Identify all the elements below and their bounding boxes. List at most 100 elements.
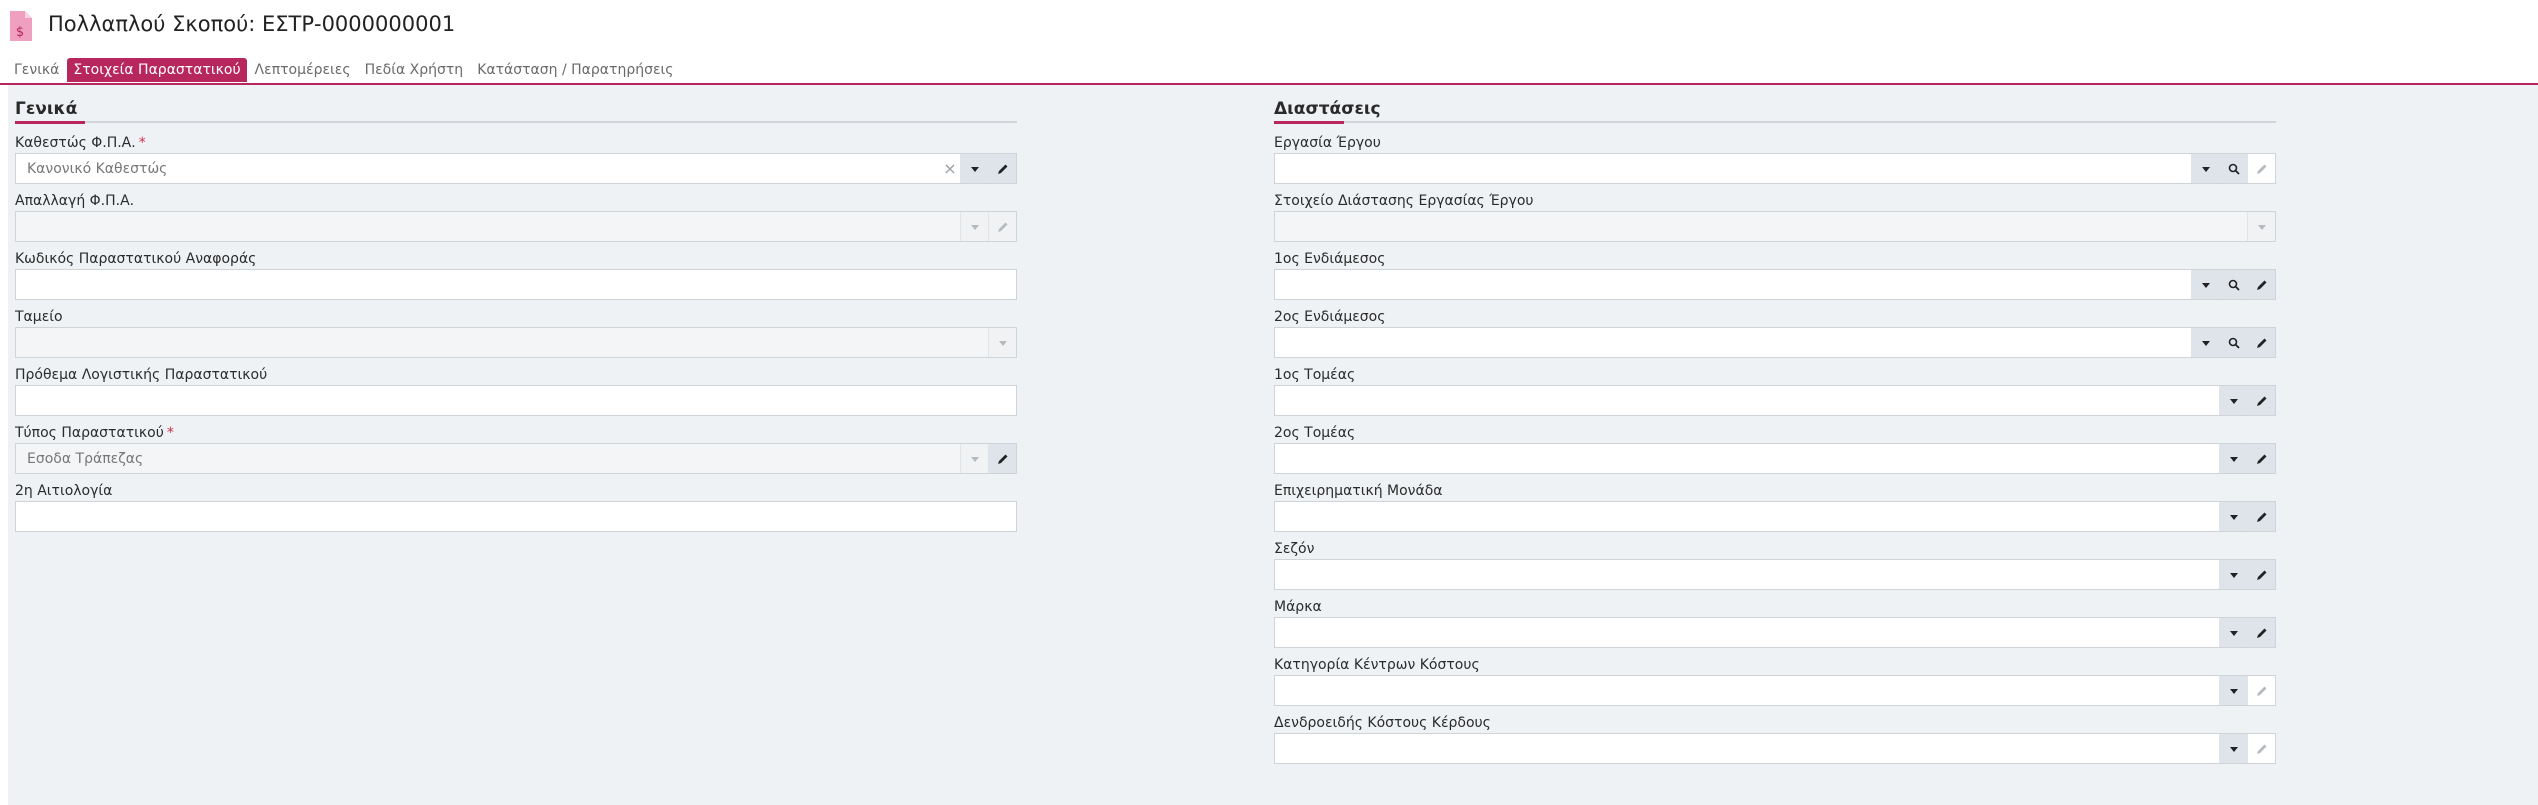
caret-down-icon xyxy=(998,340,1007,346)
caret-down-icon xyxy=(2201,282,2210,288)
pencil-icon xyxy=(997,222,1007,232)
document-type-label-text: Τύπος Παραστατικού xyxy=(15,425,164,441)
vat-status-input[interactable]: Κανονικό Καθεστώς × xyxy=(15,153,1017,184)
pencil-icon xyxy=(2256,280,2266,290)
accounting-prefix-input[interactable] xyxy=(15,385,1017,416)
dropdown-button[interactable] xyxy=(960,212,988,241)
vat-status-label: Καθεστώς Φ.Π.Α. * xyxy=(15,135,146,151)
field-vat-status: Καθεστώς Φ.Π.Α. * Κανονικό Καθεστώς × xyxy=(15,135,1017,193)
dropdown-button[interactable] xyxy=(2191,328,2219,357)
dropdown-button[interactable] xyxy=(960,154,988,183)
reference-doc-code-input[interactable] xyxy=(15,269,1017,300)
second-sector-label: 2ος Τομέας xyxy=(1274,425,1356,441)
project-task-label: Εργασία Έργου xyxy=(1274,135,1381,151)
pencil-icon xyxy=(2256,396,2266,406)
search-button[interactable] xyxy=(2219,270,2247,299)
tab-status-notes[interactable]: Κατάσταση / Παρατηρήσεις xyxy=(471,58,679,82)
field-document-type: Τύπος Παραστατικού * Εσοδα Τράπεζας xyxy=(15,425,1017,483)
pencil-icon xyxy=(997,164,1007,174)
second-reason-input[interactable] xyxy=(15,501,1017,532)
search-button[interactable] xyxy=(2219,154,2247,183)
invoice-dollar-icon: $ xyxy=(10,11,32,41)
edit-button[interactable] xyxy=(2247,502,2275,531)
second-intermediate-label: 2ος Ενδιάμεσος xyxy=(1274,309,1386,325)
season-label: Σεζόν xyxy=(1274,541,1315,557)
caret-down-icon xyxy=(2229,456,2238,462)
tab-general[interactable]: Γενικά xyxy=(8,58,65,82)
section-title-dimensions: Διαστάσεις xyxy=(1274,99,1381,119)
second-intermediate-input[interactable] xyxy=(1274,327,2276,358)
dropdown-button[interactable] xyxy=(2219,676,2247,705)
dropdown-button[interactable] xyxy=(2219,618,2247,647)
cash-register-input[interactable] xyxy=(15,327,1017,358)
field-first-intermediate: 1ος Ενδιάμεσος xyxy=(1274,251,2276,309)
field-season: Σεζόν xyxy=(1274,541,2276,599)
edit-button[interactable] xyxy=(2247,154,2275,183)
caret-down-icon xyxy=(2229,398,2238,404)
dropdown-button[interactable] xyxy=(2219,560,2247,589)
dropdown-button[interactable] xyxy=(988,328,1016,357)
business-unit-label: Επιχειρηματική Μονάδα xyxy=(1274,483,1443,499)
brand-label: Μάρκα xyxy=(1274,599,1322,615)
first-intermediate-input[interactable] xyxy=(1274,269,2276,300)
project-task-dimension-label: Στοιχείο Διάστασης Εργασίας Έργου xyxy=(1274,193,1534,209)
edit-button[interactable] xyxy=(988,154,1016,183)
field-reference-doc-code: Κωδικός Παραστατικού Αναφοράς xyxy=(15,251,1017,309)
tab-document-details[interactable]: Στοιχεία Παραστατικού xyxy=(67,58,247,82)
project-task-dimension-input[interactable] xyxy=(1274,211,2276,242)
dropdown-button[interactable] xyxy=(2191,154,2219,183)
section-accent xyxy=(15,121,85,124)
field-brand: Μάρκα xyxy=(1274,599,2276,657)
edit-button[interactable] xyxy=(2247,270,2275,299)
section-general: Γενικά Καθεστώς Φ.Π.Α. * Κανονικό Καθεστώ… xyxy=(15,85,1017,541)
dropdown-button[interactable] xyxy=(2191,270,2219,299)
brand-input[interactable] xyxy=(1274,617,2276,648)
first-sector-input[interactable] xyxy=(1274,385,2276,416)
svg-text:$: $ xyxy=(16,25,24,40)
dropdown-button[interactable] xyxy=(2219,444,2247,473)
field-vat-exemption: Απαλλαγή Φ.Π.Α. xyxy=(15,193,1017,251)
tab-details[interactable]: Λεπτομέρειες xyxy=(249,58,357,82)
dropdown-button[interactable] xyxy=(2219,386,2247,415)
edit-button[interactable] xyxy=(2247,444,2275,473)
caret-down-icon xyxy=(2257,224,2266,230)
caret-down-icon xyxy=(2229,572,2238,578)
field-project-task: Εργασία Έργου xyxy=(1274,135,2276,193)
cost-center-category-input[interactable] xyxy=(1274,675,2276,706)
edit-button[interactable] xyxy=(2247,734,2275,763)
edit-button[interactable] xyxy=(2247,560,2275,589)
caret-down-icon xyxy=(2201,166,2210,172)
vat-status-value: Κανονικό Καθεστώς xyxy=(27,160,168,177)
pencil-icon xyxy=(2256,686,2266,696)
vat-exemption-input[interactable] xyxy=(15,211,1017,242)
edit-button[interactable] xyxy=(2247,328,2275,357)
clear-icon[interactable]: × xyxy=(940,159,960,178)
edit-button[interactable] xyxy=(2247,618,2275,647)
search-button[interactable] xyxy=(2219,328,2247,357)
caret-down-icon xyxy=(970,456,979,462)
dropdown-button[interactable] xyxy=(960,444,988,473)
search-icon xyxy=(2228,279,2240,291)
edit-button[interactable] xyxy=(2247,386,2275,415)
second-sector-input[interactable] xyxy=(1274,443,2276,474)
second-reason-label: 2η Αιτιολογία xyxy=(15,483,113,499)
required-marker: * xyxy=(138,135,146,151)
first-intermediate-label: 1ος Ενδιάμεσος xyxy=(1274,251,1386,267)
project-task-input[interactable] xyxy=(1274,153,2276,184)
dropdown-button[interactable] xyxy=(2219,502,2247,531)
business-unit-input[interactable] xyxy=(1274,501,2276,532)
edit-button[interactable] xyxy=(2247,676,2275,705)
field-first-sector: 1ος Τομέας xyxy=(1274,367,2276,425)
pencil-icon xyxy=(997,454,1007,464)
pencil-icon xyxy=(2256,338,2266,348)
dropdown-button[interactable] xyxy=(2247,212,2275,241)
dropdown-button[interactable] xyxy=(2219,734,2247,763)
tab-user-fields[interactable]: Πεδία Χρήστη xyxy=(359,58,470,82)
caret-down-icon xyxy=(2229,746,2238,752)
edit-button[interactable] xyxy=(988,444,1016,473)
edit-button[interactable] xyxy=(988,212,1016,241)
pencil-icon xyxy=(2256,512,2266,522)
cost-profit-tree-input[interactable] xyxy=(1274,733,2276,764)
document-type-input[interactable]: Εσοδα Τράπεζας xyxy=(15,443,1017,474)
season-input[interactable] xyxy=(1274,559,2276,590)
